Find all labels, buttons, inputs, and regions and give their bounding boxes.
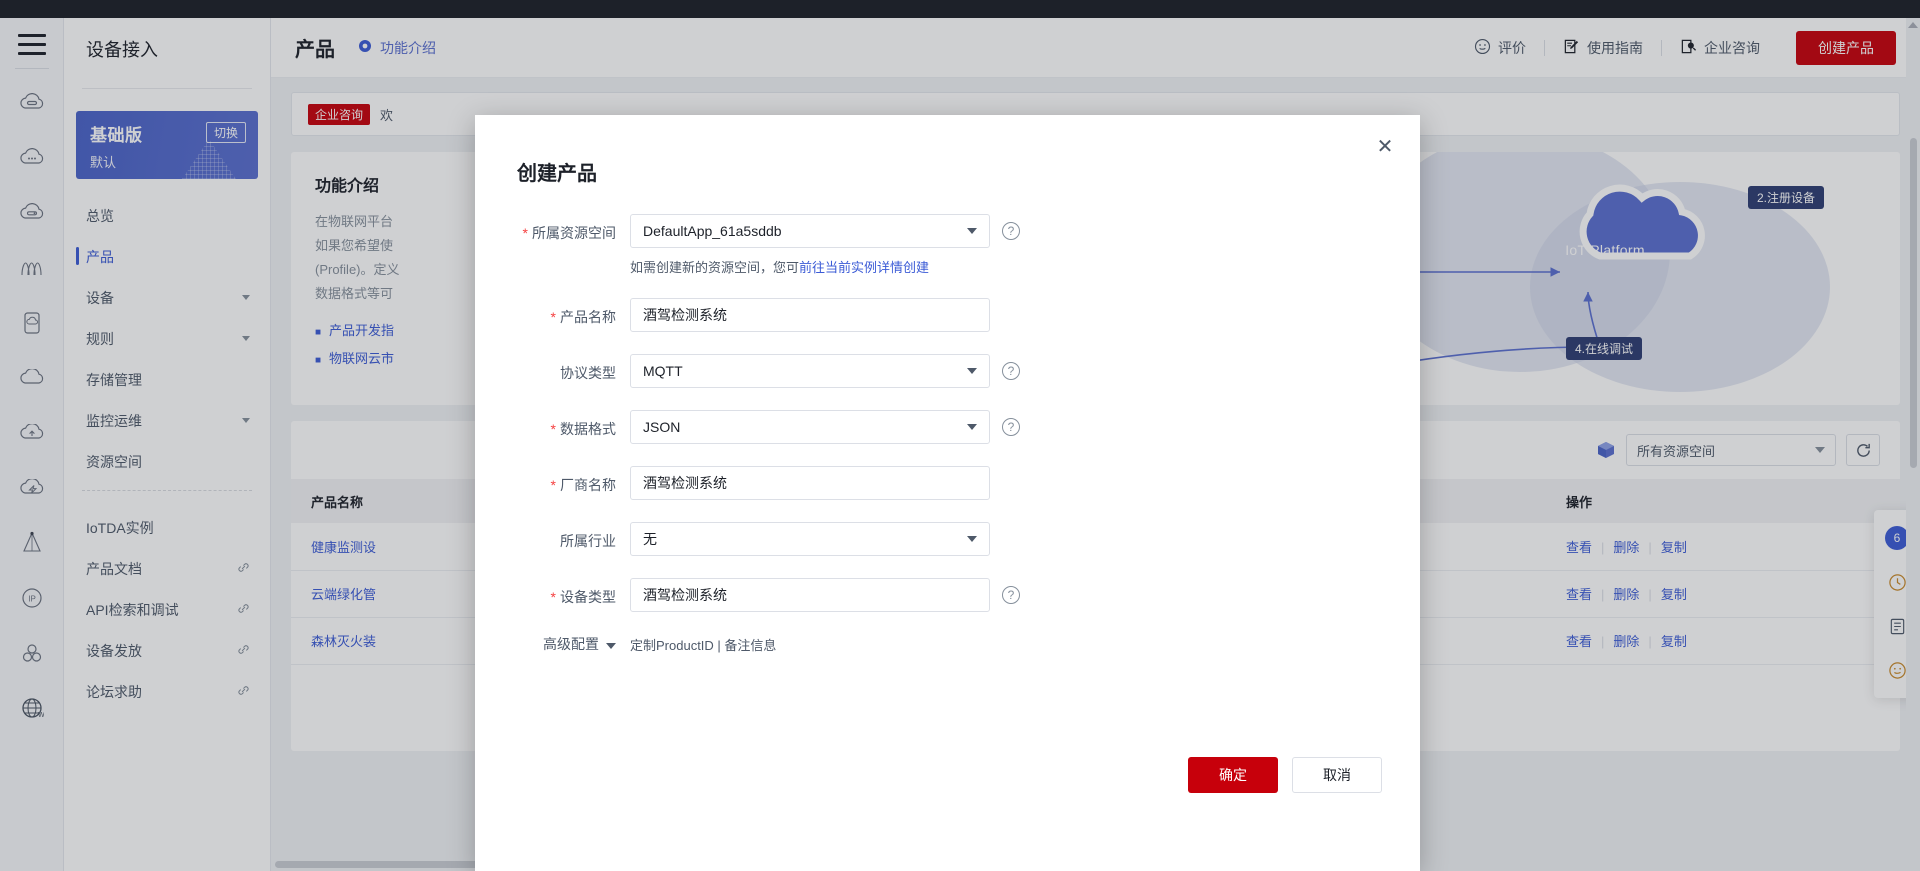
input-厂商名称[interactable] — [630, 466, 990, 500]
help-icon[interactable]: ? — [1002, 362, 1020, 380]
form-label-text: 厂商名称 — [560, 477, 616, 493]
advanced-config-label: 高级配置 — [543, 636, 599, 652]
form-hint: 如需创建新的资源空间，您可前往当前实例详情创建 — [630, 257, 990, 276]
form-label: *设备类型 — [475, 578, 630, 607]
form-label-text: 数据格式 — [560, 421, 616, 437]
confirm-button[interactable]: 确定 — [1188, 757, 1278, 793]
chevron-down-icon — [967, 424, 977, 430]
form-control: DefaultApp_61a5sddb 如需创建新的资源空间，您可前往当前实例详情… — [630, 214, 990, 276]
advanced-config-row: 高级配置 定制ProductID | 备注信息 — [475, 634, 1420, 654]
chevron-down-icon — [967, 368, 977, 374]
form-control: 无 — [630, 522, 990, 556]
form-control — [630, 466, 990, 500]
form-hint-link[interactable]: 前往当前实例详情创建 — [799, 260, 929, 275]
form-label: 协议类型 — [475, 354, 630, 383]
form-control: MQTT — [630, 354, 990, 388]
form-row: *设备类型? — [475, 578, 1420, 612]
form-row: *数据格式 JSON? — [475, 410, 1420, 444]
form-row: *所属资源空间 DefaultApp_61a5sddb 如需创建新的资源空间，您可前… — [475, 214, 1420, 276]
select-value: JSON — [643, 419, 680, 435]
form-label-text: 所属资源空间 — [532, 225, 616, 241]
select-所属资源空间[interactable]: DefaultApp_61a5sddb — [630, 214, 990, 248]
form-label: 所属行业 — [475, 522, 630, 551]
cancel-button[interactable]: 取消 — [1292, 757, 1382, 793]
form-label: *厂商名称 — [475, 466, 630, 495]
select-value: DefaultApp_61a5sddb — [643, 223, 782, 239]
form-control — [630, 298, 990, 332]
required-asterisk: * — [551, 589, 556, 605]
required-asterisk: * — [551, 309, 556, 325]
help-icon[interactable]: ? — [1002, 586, 1020, 604]
dialog-footer: 确定 取消 — [1188, 757, 1382, 793]
select-数据格式[interactable]: JSON — [630, 410, 990, 444]
dialog-title: 创建产品 — [475, 115, 1420, 186]
form-label: *数据格式 — [475, 410, 630, 439]
form-label: *所属资源空间 — [475, 214, 630, 243]
form-label-text: 产品名称 — [560, 309, 616, 325]
form-label: *产品名称 — [475, 298, 630, 327]
form-hint-text: 如需创建新的资源空间，您可 — [630, 260, 799, 275]
form-row: 所属行业 无 — [475, 522, 1420, 556]
required-asterisk: * — [523, 225, 528, 241]
chevron-down-icon — [967, 536, 977, 542]
form-row: 协议类型 MQTT? — [475, 354, 1420, 388]
close-icon[interactable]: ✕ — [1372, 133, 1398, 159]
form-label-text: 所属行业 — [560, 533, 616, 549]
advanced-config-text: 定制ProductID | 备注信息 — [630, 635, 776, 654]
form-label-text: 设备类型 — [560, 589, 616, 605]
select-协议类型[interactable]: MQTT — [630, 354, 990, 388]
select-所属行业[interactable]: 无 — [630, 522, 990, 556]
required-asterisk: * — [551, 421, 556, 437]
select-value: 无 — [643, 529, 657, 549]
form-control — [630, 578, 990, 612]
required-asterisk: * — [551, 477, 556, 493]
select-value: MQTT — [643, 363, 683, 379]
help-icon[interactable]: ? — [1002, 222, 1020, 240]
chevron-down-icon — [967, 228, 977, 234]
form-control: JSON — [630, 410, 990, 444]
create-product-dialog: ✕ 创建产品 *所属资源空间DefaultApp_61a5sddb如需创建新的资… — [475, 115, 1420, 871]
input-产品名称[interactable] — [630, 298, 990, 332]
create-product-form: *所属资源空间DefaultApp_61a5sddb如需创建新的资源空间，您可前… — [475, 186, 1420, 612]
chevron-down-icon — [606, 643, 616, 649]
help-icon[interactable]: ? — [1002, 418, 1020, 436]
form-row: *产品名称 — [475, 298, 1420, 332]
input-设备类型[interactable] — [630, 578, 990, 612]
form-row: *厂商名称 — [475, 466, 1420, 500]
form-label-text: 协议类型 — [560, 365, 616, 381]
advanced-config-toggle[interactable]: 高级配置 — [475, 634, 630, 654]
